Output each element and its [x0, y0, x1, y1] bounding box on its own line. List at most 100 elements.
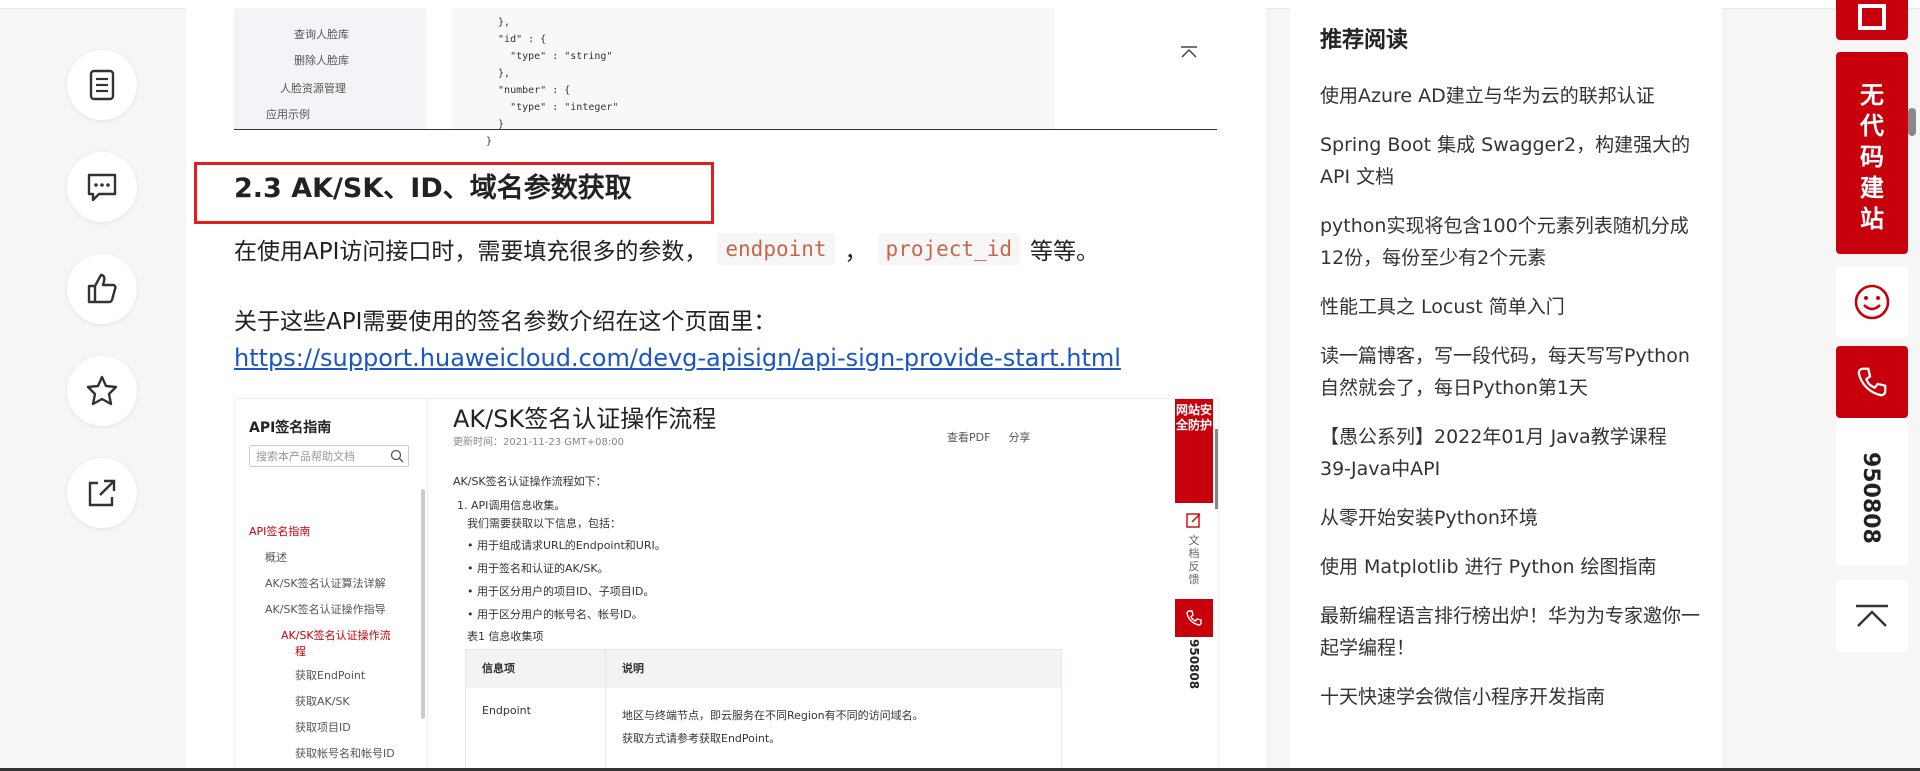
doc-line: 表1 信息收集项 — [467, 630, 544, 643]
para-text-suffix: 等等。 — [1029, 239, 1099, 265]
favorite-button[interactable] — [67, 356, 137, 426]
share-link: 分享 — [1008, 431, 1031, 444]
section-heading: 2.3 AK/SK、ID、域名参数获取 — [234, 173, 632, 204]
nav-item: 删除人脸库 — [294, 54, 349, 67]
comment-button[interactable] — [67, 152, 137, 222]
qr-code-button[interactable] — [1836, 0, 1908, 40]
paragraph-params: 在使用API访问接口时，需要填充很多的参数， endpoint ， projec… — [234, 232, 1099, 266]
qr-code-icon — [1858, 4, 1886, 30]
recommend-item[interactable]: 最新编程语言排行榜出炉！华为为专家邀你一起学编程！ — [1320, 600, 1700, 664]
doc-feedback-label: 文档反馈 — [1188, 534, 1200, 586]
paragraph-signature: 关于这些API需要使用的签名参数介绍在这个页面里： — [234, 309, 777, 335]
doc-line: 我们需要获取以下信息，包括： — [467, 517, 621, 530]
recommend-item[interactable]: python实现将包含100个元素列表随机分成12份，每份至少有2个元素 — [1320, 210, 1700, 274]
share-icon — [88, 479, 116, 507]
recommend-title: 推荐阅读 — [1320, 28, 1409, 53]
doc-line: • 用于区分用户的帐号名、帐号ID。 — [467, 608, 643, 621]
phone-button[interactable] — [1836, 346, 1908, 418]
doc-link[interactable]: https://support.huaweicloud.com/devg-api… — [234, 344, 1121, 372]
recommend-item[interactable]: 十天快速学会微信小程序开发指南 — [1320, 681, 1700, 713]
code-text: }, "id" : { "type" : "string" }, "number… — [486, 17, 619, 147]
doc-nav-title: API签名指南 — [249, 420, 332, 436]
recommend-item[interactable]: 性能工具之 Locust 简单入门 — [1320, 291, 1700, 323]
toc-icon — [89, 69, 115, 101]
doc-line: AK/SK签名认证操作流程如下： — [453, 475, 607, 488]
doc-phone-number: 950808 — [1175, 637, 1213, 707]
doc-phone-text: 950808 — [1187, 639, 1201, 690]
page-scrollbar[interactable] — [1908, 108, 1916, 136]
phone-number-text: 950808 — [1858, 452, 1883, 544]
phone-icon — [1857, 367, 1887, 397]
nocode-label: 无代码建站 — [1860, 81, 1884, 233]
doc-table-cell: Endpoint — [466, 688, 606, 768]
doc-title: AK/SK签名认证操作流程 — [453, 405, 717, 433]
search-icon — [390, 449, 404, 463]
like-button[interactable] — [67, 254, 137, 324]
doc-nav-item: 获取帐号名和帐号ID — [295, 747, 395, 760]
phone-number: 950808 — [1836, 418, 1908, 566]
recommend-item[interactable]: 使用 Matplotlib 进行 Python 绘图指南 — [1320, 551, 1700, 583]
doc-table: 信息项 说明 Endpoint 地区与终端节点，即云服务在不同Region有不同… — [465, 649, 1062, 768]
share-button[interactable] — [67, 458, 137, 528]
doc-screenshot: API签名指南 搜索本产品帮助文档 API签名指南 概述 AK/SK签名认证算法… — [234, 398, 1219, 768]
back-to-top-button[interactable] — [1836, 580, 1908, 652]
doc-table-row: Endpoint 地区与终端节点，即云服务在不同Region有不同的访问域名。 … — [466, 688, 1061, 768]
doc-line: 1. API调用信息收集。 — [457, 499, 566, 512]
recommend-list: 使用Azure AD建立与华为云的联邦认证 Spring Boot 集成 Swa… — [1320, 80, 1700, 730]
doc-line: • 用于签名和认证的AK/SK。 — [467, 562, 609, 575]
star-icon — [86, 375, 118, 406]
para-separator: ， — [844, 239, 868, 265]
recommend-item[interactable]: 使用Azure AD建立与华为云的联邦认证 — [1320, 80, 1700, 112]
doc-nav-item: 获取AK/SK — [295, 695, 350, 708]
doc-tools: 查看PDF 分享 — [947, 429, 1030, 445]
nav-item: 查询人脸库 — [294, 28, 349, 41]
code-shot-nav: 查询人脸库 删除人脸库 人脸资源管理 应用示例 — [234, 8, 426, 129]
doc-date: 更新时间：2021-11-23 GMT+08:00 — [453, 437, 624, 448]
doc-nav-item: 获取项目ID — [295, 721, 351, 734]
scroll-top-mini-button — [1169, 32, 1209, 72]
para-text: 在使用API访问接口时，需要填充很多的参数， — [234, 239, 708, 265]
comment-icon — [87, 173, 117, 202]
doc-feedback: 文档反馈 — [1175, 503, 1213, 599]
doc-nav-item: 概述 — [265, 551, 287, 564]
code-screenshot: 查询人脸库 删除人脸库 人脸资源管理 应用示例 }, "id" : { "typ… — [234, 8, 1217, 147]
doc-phone-button — [1175, 599, 1213, 637]
doc-line: • 用于组成请求URL的Endpoint和URI。 — [467, 539, 666, 552]
doc-search-input: 搜索本产品帮助文档 — [249, 445, 409, 467]
pdf-link: 查看PDF — [947, 431, 991, 444]
edit-icon — [1186, 513, 1201, 528]
smile-icon — [1854, 284, 1890, 320]
doc-scrollbar — [1215, 429, 1218, 509]
like-icon — [87, 273, 117, 304]
nav-item: 人脸资源管理 — [280, 82, 346, 95]
recommend-item[interactable]: 从零开始安装Python环境 — [1320, 502, 1700, 534]
recommend-panel: 推荐阅读 使用Azure AD建立与华为云的联邦认证 Spring Boot 集… — [1290, 8, 1722, 768]
feedback-button[interactable] — [1836, 266, 1908, 338]
doc-table-header-cell: 说明 — [622, 662, 644, 675]
doc-nav-item: AK/SK签名认证操作指导 — [265, 603, 386, 616]
doc-table-header-cell: 信息项 — [466, 650, 606, 688]
doc-line: • 用于区分用户的项目ID、子项目ID。 — [467, 585, 655, 598]
doc-search-placeholder: 搜索本产品帮助文档 — [256, 450, 355, 463]
phone-icon — [1186, 610, 1202, 626]
inline-code-endpoint: endpoint — [717, 233, 835, 265]
recommend-item[interactable]: Spring Boot 集成 Swagger2，构建强大的 API 文档 — [1320, 129, 1700, 193]
doc-nav-scrollbar — [421, 489, 425, 719]
doc-main: AK/SK签名认证操作流程 更新时间：2021-11-23 GMT+08:00 … — [453, 399, 1062, 768]
doc-nav: API签名指南 搜索本产品帮助文档 API签名指南 概述 AK/SK签名认证算法… — [235, 399, 428, 768]
doc-table-header: 信息项 说明 — [466, 650, 1061, 688]
recommend-item[interactable]: 【愚公系列】2022年01月 Java教学课程 39-Java中API — [1320, 421, 1700, 485]
back-to-top-icon — [1856, 604, 1888, 627]
toc-button[interactable] — [67, 50, 137, 120]
doc-table-cell-line: 获取方式请参考获取EndPoint。 — [622, 732, 781, 745]
doc-nav-item-active-cont: 程 — [295, 645, 306, 658]
inline-code-project-id: project_id — [877, 233, 1020, 265]
doc-nav-item-active: AK/SK签名认证操作流 — [281, 629, 391, 642]
code-block: }, "id" : { "type" : "string" }, "number… — [452, 8, 1055, 147]
article-content: 查询人脸库 删除人脸库 人脸资源管理 应用示例 }, "id" : { "typ… — [186, 8, 1266, 768]
doc-table-cell-line: 地区与终端节点，即云服务在不同Region有不同的访问域名。 — [622, 709, 924, 722]
recommend-item[interactable]: 读一篇博客，写一段代码，每天写写Python自然就会了，每日Python第1天 — [1320, 340, 1700, 404]
arrow-up-icon — [1181, 46, 1197, 58]
doc-table-cell: 地区与终端节点，即云服务在不同Region有不同的访问域名。 获取方式请参考获取… — [606, 688, 1061, 768]
nocode-site-button[interactable]: 无代码建站 — [1836, 52, 1908, 254]
